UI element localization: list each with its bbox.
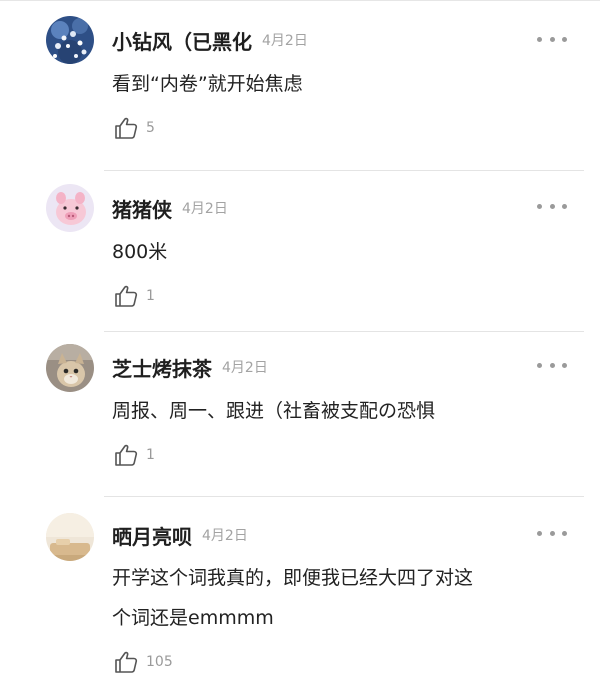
thumbs-up-icon: [115, 285, 138, 307]
like-button[interactable]: 1: [114, 443, 155, 467]
comment-text-line-2: 个词还是emmmm: [112, 607, 274, 629]
like-count: 105: [146, 654, 173, 670]
divider: [104, 496, 584, 497]
more-dots-icon: [537, 362, 542, 368]
pig-avatar-image: [46, 184, 94, 232]
more-options-button[interactable]: [537, 359, 567, 371]
divider: [104, 170, 584, 171]
avatar[interactable]: [46, 184, 94, 232]
more-options-button[interactable]: [537, 33, 567, 45]
comment-header: 芝士烤抹茶 4月2日: [112, 352, 268, 382]
comment-date: 4月2日: [262, 33, 308, 49]
like-button[interactable]: 105: [114, 650, 173, 674]
more-options-button[interactable]: [537, 200, 567, 212]
divider: [104, 331, 584, 332]
comment-text-line-1: 开学这个词我真的，即便我已经大四了对这: [112, 567, 474, 589]
like-button[interactable]: 1: [114, 284, 155, 308]
avatar[interactable]: [46, 513, 94, 561]
like-count: 1: [146, 288, 155, 304]
comment-text: 周报、周一、跟进（社畜被支配の恐惧: [112, 400, 436, 422]
cat-avatar-image: [46, 344, 94, 392]
comment-date: 4月2日: [222, 360, 268, 376]
like-count: 1: [146, 447, 155, 463]
comment-header: 晒月亮呗 4月2日: [112, 520, 248, 550]
thumbs-up-icon: [115, 117, 138, 139]
more-dots-icon: [537, 203, 542, 209]
thumbs-up-icon: [115, 651, 138, 673]
username[interactable]: 晒月亮呗: [112, 521, 192, 550]
avatar[interactable]: [46, 344, 94, 392]
more-options-button[interactable]: [537, 527, 567, 539]
more-dots-icon: [537, 36, 542, 42]
avatar[interactable]: [46, 16, 94, 64]
like-count: 5: [146, 120, 155, 136]
comment-date: 4月2日: [182, 201, 228, 217]
more-dots-icon: [537, 530, 542, 536]
flowers-avatar-image: [46, 16, 94, 64]
top-divider: [0, 0, 600, 1]
username[interactable]: 猪猪侠: [112, 194, 172, 223]
comment-date: 4月2日: [202, 528, 248, 544]
thumbs-up-icon: [115, 444, 138, 466]
comment-header: 猪猪侠 4月2日: [112, 193, 228, 223]
room-avatar-image: [46, 513, 94, 561]
comment-text: 看到“内卷”就开始焦虑: [112, 73, 303, 95]
like-button[interactable]: 5: [114, 116, 155, 140]
comment-header: 小钻风（已黑化 4月2日: [112, 25, 308, 55]
username[interactable]: 芝士烤抹茶: [112, 353, 212, 382]
comment-text: 800米: [112, 241, 168, 263]
username[interactable]: 小钻风（已黑化: [112, 26, 252, 55]
